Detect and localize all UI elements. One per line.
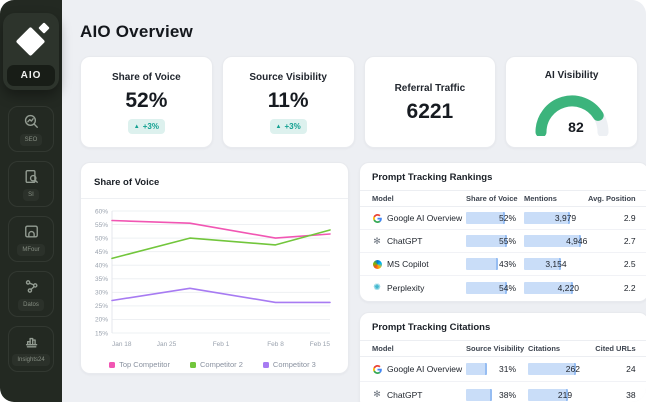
prompt-tracking-citations-card: Prompt Tracking Citations Model Source V… [359,312,646,402]
svg-text:55%: 55% [95,222,108,229]
legend-label: Top Competitor [119,360,170,369]
svg-text:60%: 60% [95,208,108,215]
chart-legend: Top Competitor Competitor 2 Competitor 3 [85,360,340,369]
trend-up-icon: ▲ [275,123,282,130]
main-content: AIO Overview Share of Voice 52% ▲ +3% So… [62,0,646,402]
sidebar-item-insights24[interactable]: Insights24 [8,326,54,372]
legend-label: Competitor 3 [272,360,316,369]
sidebar-item-label: SI [23,189,39,201]
table-title: Prompt Tracking Citations [372,322,491,333]
stat-card-source-visibility: Source Visibility 11% ▲ +3% [221,56,355,148]
legend-swatch [189,361,196,368]
ms-copilot-icon [372,259,382,269]
model-name: Google AI Overview [387,364,463,374]
stat-card-ai-visibility: AI Visibility 82 [505,56,638,148]
stat-label: Referral Traffic [394,82,466,94]
diamond-logo-icon [7,17,55,65]
legend-item-top-competitor[interactable]: Top Competitor [109,360,170,369]
svg-text:35%: 35% [95,276,108,283]
legend-swatch [109,361,116,368]
page-title: AIO Overview [80,22,193,41]
chart-title: Share of Voice [94,177,160,188]
sidebar-item-label: SEO [19,134,43,146]
legend-swatch [262,361,269,368]
stats-row: Share of Voice 52% ▲ +3% Source Visibili… [80,56,638,148]
gauge-value: 82 [568,119,584,135]
svg-text:25%: 25% [95,303,108,310]
change-badge: ▲ +3% [269,119,307,134]
content-row: Share of Voice 15% 20% 25% 30% 35% 40% 45% 50% 5… [80,162,646,402]
model-name: ChatGPT [387,389,423,400]
document-search-icon [23,168,40,185]
sidebar-item-seo[interactable]: SEO [8,106,54,152]
stat-label: Share of Voice [112,72,181,83]
model-name: Google AI Overview [387,213,463,223]
perplexity-icon: ✺ [373,282,381,292]
ai-visibility-gauge: 82 [530,89,614,138]
legend-label: Competitor 2 [199,360,243,369]
svg-text:Jan 18: Jan 18 [112,341,132,348]
sidebar-nav: SEO SI MFour Datos Insights24 [8,106,54,372]
trend-up-icon: ▲ [133,123,140,130]
table-header-row: Model Share of Voice Mentions Avg. Posit… [360,190,646,207]
chatgpt-icon: ✻ [373,389,381,399]
svg-text:Feb 1: Feb 1 [213,341,230,348]
google-icon [372,364,382,374]
legend-item-competitor-3[interactable]: Competitor 3 [262,360,316,369]
stat-label: Source Visibility [249,72,327,83]
sidebar: AIO SEO SI MFour Datos Insights24 [0,0,62,402]
stat-label: AI Visibility [544,70,599,81]
sidebar-item-si[interactable]: SI [8,161,54,207]
svg-text:50%: 50% [95,235,108,242]
model-name: ChatGPT [387,236,423,246]
logo-label: AIO [7,65,55,86]
line-chart: 15% 20% 25% 30% 35% 40% 45% 50% 55% 60% Jan 18 Jan … [81,199,348,369]
table-row: ✻ ChatGPT 55% 4,946 2.7 [360,230,646,253]
svg-text:Jan 25: Jan 25 [157,341,177,348]
svg-text:Feb 8: Feb 8 [267,341,284,348]
network-share-icon [23,278,40,295]
svg-text:Feb 15: Feb 15 [310,341,331,348]
stat-value: 11% [267,89,309,112]
svg-text:45%: 45% [95,249,108,256]
sidebar-item-datos[interactable]: Datos [8,271,54,317]
table-header-row: Model Source Visibility Citations Cited … [360,340,646,357]
svg-text:20%: 20% [95,317,108,324]
stat-value: 6221 [406,99,454,123]
table-row: Google AI Overview 52% 3,979 2.9 [360,207,646,230]
svg-text:15%: 15% [95,330,108,337]
sidebar-item-label: Insights24 [12,354,50,366]
stat-value: 52% [125,89,168,112]
chatgpt-icon: ✻ [373,235,381,246]
table-row: ✺ Perplexity 54% 4,220 2.2 [373,281,636,294]
prompt-tracking-rankings-card: Prompt Tracking Rankings Model Share of … [359,162,646,302]
app-window: AIO SEO SI MFour Datos Insights24 AIO Ov… [0,0,646,402]
app-logo[interactable]: AIO [3,13,59,90]
seo-search-icon [23,113,40,130]
sidebar-item-label: Datos [18,299,44,311]
tables-column: Prompt Tracking Rankings Model Share of … [359,162,646,402]
table-row: MS Copilot 43% 3,154 2.5 [360,253,646,276]
stat-card-referral-traffic: Referral Traffic 6221 [363,56,497,148]
legend-item-competitor-2[interactable]: Competitor 2 [189,360,243,369]
svg-text:30%: 30% [95,290,108,297]
sidebar-item-label: MFour [17,244,45,256]
monitor-frame-icon [23,223,40,240]
svg-text:40%: 40% [95,263,108,270]
stat-card-share-of-voice: Share of Voice 52% ▲ +3% [80,56,213,148]
change-badge: ▲ +3% [127,119,165,134]
sidebar-item-mfour[interactable]: MFour [8,216,54,262]
model-name: MS Copilot [387,259,429,269]
chart-header: Share of Voice [81,163,348,199]
table-row: Google AI Overview 31% 262 24 [360,357,646,382]
table-title: Prompt Tracking Rankings [372,172,493,183]
table-row: ✻ ChatGPT 38% 219 38 [373,388,636,401]
model-name: Perplexity [387,282,425,293]
bar-chart-icon [23,333,40,350]
google-icon [372,213,382,223]
share-of-voice-chart-card: Share of Voice 15% 20% 25% 30% 35% 40% 45% 50% 5… [80,162,349,374]
